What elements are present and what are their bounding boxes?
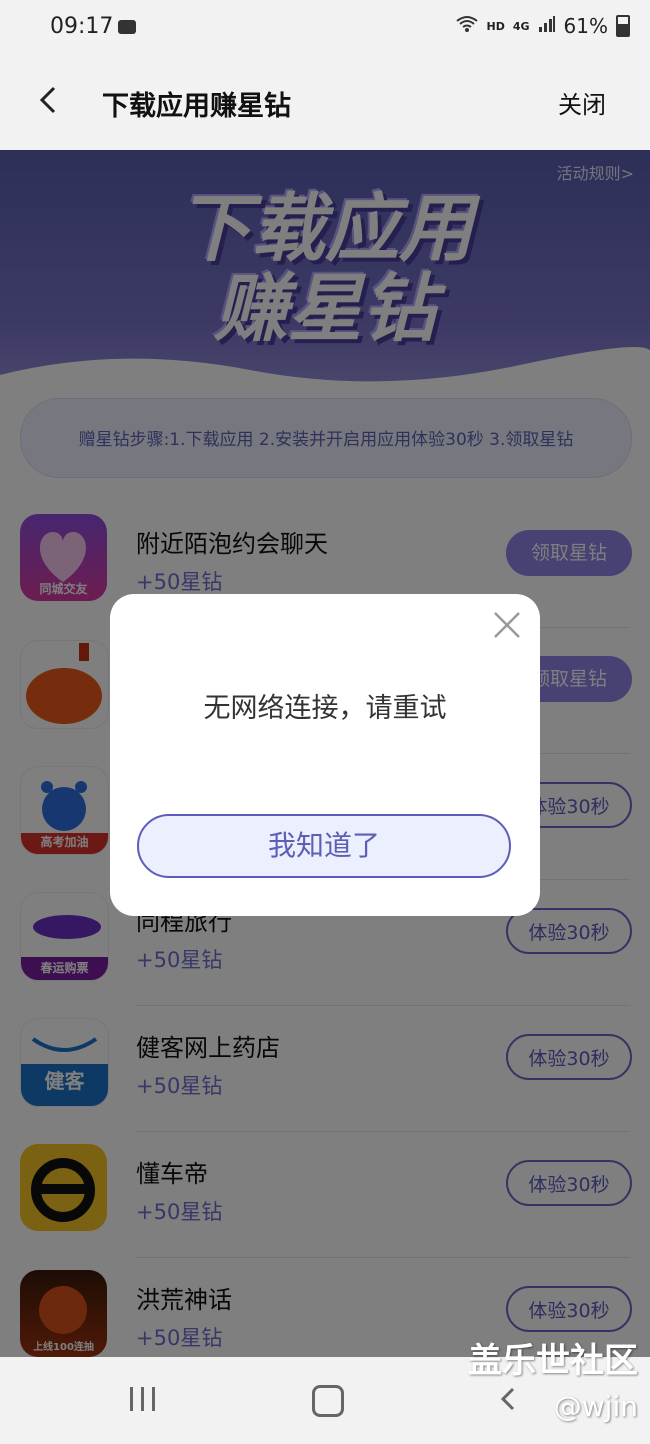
close-button[interactable]: 关闭 xyxy=(558,85,606,120)
page-title: 下载应用赚星钻 xyxy=(102,91,291,122)
status-icons: HD 4G 61% xyxy=(455,14,630,38)
close-icon xyxy=(494,612,520,638)
watermark-community: 盖乐世社区 xyxy=(468,1341,638,1381)
app-header: 下载应用赚星钻 关闭 xyxy=(0,60,650,150)
confirm-button[interactable]: 我知道了 xyxy=(137,814,511,878)
wifi-icon xyxy=(455,14,479,38)
battery-icon xyxy=(616,15,630,37)
network-hd-label: HD xyxy=(486,19,505,33)
signal-icon xyxy=(538,14,556,38)
recents-bar-icon xyxy=(141,1387,144,1411)
home-button[interactable] xyxy=(312,1385,344,1417)
back-button[interactable] xyxy=(30,80,70,120)
nav-back-button[interactable] xyxy=(495,1385,523,1413)
battery-percent: 61% xyxy=(563,14,608,38)
message-notification-icon xyxy=(118,20,136,34)
dialog-message: 无网络连接，请重试 xyxy=(203,693,447,724)
status-bar: 09:17 HD 4G 61% xyxy=(0,0,650,60)
watermark-username: @wjin xyxy=(553,1390,638,1423)
status-time: 09:17 xyxy=(50,14,114,39)
dialog-close-button[interactable] xyxy=(492,610,522,640)
chevron-left-icon xyxy=(500,1387,515,1411)
signal-4g-label: 4G xyxy=(512,19,530,33)
recents-bar-icon xyxy=(152,1387,155,1411)
network-error-dialog: 无网络连接，请重试 我知道了 xyxy=(110,594,540,916)
chevron-left-icon xyxy=(39,86,56,114)
recent-apps-button[interactable] xyxy=(130,1387,158,1411)
recents-bar-icon xyxy=(130,1387,133,1411)
